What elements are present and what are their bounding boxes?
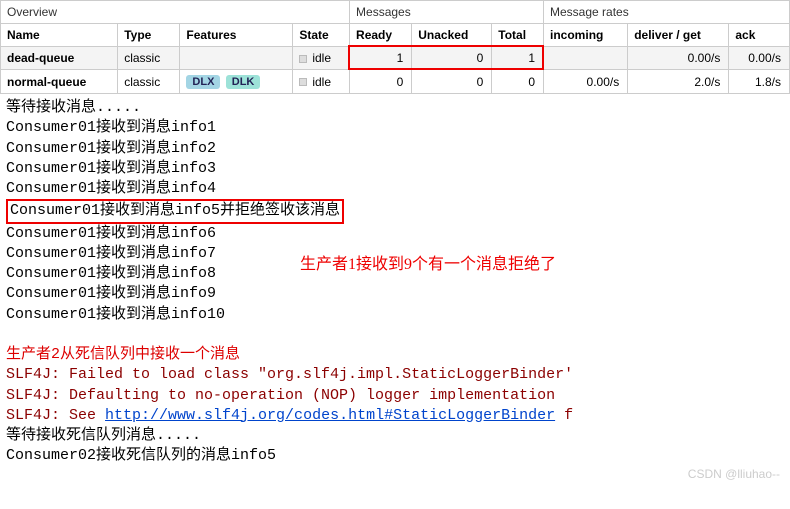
cell-type: classic — [118, 70, 180, 94]
state-dot-icon — [299, 78, 307, 86]
col-ready: Ready — [350, 24, 412, 47]
console-line: 等待接收消息..... — [6, 98, 784, 118]
console-line: Consumer01接收到消息info4 — [6, 179, 784, 199]
table-row: normal-queue classic DLX DLK idle 0 0 0 … — [1, 70, 790, 94]
cell-unacked: 0 — [412, 47, 492, 70]
feature-badge-dlk: DLK — [226, 75, 261, 89]
col-deliver: deliver / get — [628, 24, 729, 47]
console-line: Consumer01接收到消息info3 — [6, 159, 784, 179]
cell-unacked: 0 — [412, 70, 492, 94]
cell-ack: 1.8/s — [729, 70, 790, 94]
cell-incoming — [544, 47, 628, 70]
col-ack: ack — [729, 24, 790, 47]
console-line: Consumer01接收到消息info9 — [6, 284, 784, 304]
queue-link-normal[interactable]: normal-queue — [7, 75, 86, 89]
console-line: Consumer01接收到消息info6 — [6, 224, 784, 244]
section-messages: Messages — [350, 1, 544, 24]
queue-link-dead[interactable]: dead-queue — [7, 51, 74, 65]
console-output: 等待接收消息..... Consumer01接收到消息info1 Consume… — [0, 94, 790, 487]
console-line-slf4j: SLF4J: See http://www.slf4j.org/codes.ht… — [6, 406, 784, 426]
cell-type: classic — [118, 47, 180, 70]
cell-ack: 0.00/s — [729, 47, 790, 70]
console-line: Consumer01接收到消息info1 — [6, 118, 784, 138]
console-line: 等待接收死信队列消息..... — [6, 426, 784, 446]
col-state: State — [293, 24, 350, 47]
console-line: Consumer02接收死信队列的消息info5 — [6, 446, 784, 466]
watermark: CSDN @lliuhao-- — [688, 467, 780, 481]
console-blank — [6, 325, 784, 345]
cell-total: 0 — [492, 70, 544, 94]
cell-incoming: 0.00/s — [544, 70, 628, 94]
queues-table: Overview Messages Message rates Name Typ… — [0, 0, 790, 94]
highlighted-console-line: Consumer01接收到消息info5并拒绝签收该消息 — [6, 199, 344, 223]
cell-state: idle — [293, 70, 350, 94]
console-line-slf4j: SLF4J: Defaulting to no-operation (NOP) … — [6, 386, 784, 406]
console-line: Consumer01接收到消息info2 — [6, 139, 784, 159]
annotation-producer1: 生产者1接收到9个有一个消息拒绝了 — [300, 254, 556, 276]
console-line: Consumer01接收到消息info10 — [6, 305, 784, 325]
col-name: Name — [1, 24, 118, 47]
state-dot-icon — [299, 55, 307, 63]
col-features: Features — [180, 24, 293, 47]
console-line-slf4j: SLF4J: Failed to load class "org.slf4j.i… — [6, 365, 784, 385]
col-unacked: Unacked — [412, 24, 492, 47]
cell-total: 1 — [492, 47, 544, 70]
cell-ready: 1 — [350, 47, 412, 70]
cell-ready: 0 — [350, 70, 412, 94]
cell-features — [180, 47, 293, 70]
cell-state: idle — [293, 47, 350, 70]
cell-deliver: 0.00/s — [628, 47, 729, 70]
col-type: Type — [118, 24, 180, 47]
col-incoming: incoming — [544, 24, 628, 47]
feature-badge-dlx: DLX — [186, 75, 220, 89]
section-overview: Overview — [1, 1, 350, 24]
col-total: Total — [492, 24, 544, 47]
table-row: dead-queue classic idle 1 0 1 0.00/s 0.0… — [1, 47, 790, 70]
slf4j-link[interactable]: http://www.slf4j.org/codes.html#StaticLo… — [105, 407, 555, 424]
annotation-producer2: 生产者2从死信队列中接收一个消息 — [6, 345, 784, 365]
section-rates: Message rates — [544, 1, 790, 24]
cell-features: DLX DLK — [180, 70, 293, 94]
cell-deliver: 2.0/s — [628, 70, 729, 94]
